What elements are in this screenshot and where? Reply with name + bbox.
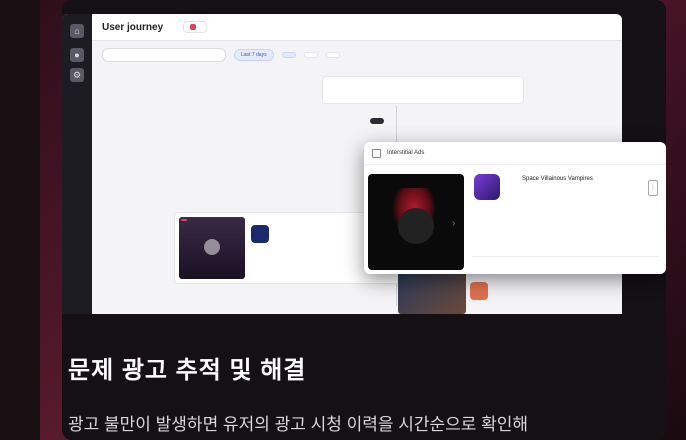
popup-header: Interstitial Ads	[364, 142, 666, 165]
chip-date-range[interactable]: Last 7 days	[234, 49, 274, 61]
chip-filter[interactable]	[281, 52, 296, 58]
ad-video-thumbnail[interactable]: ›	[368, 174, 464, 270]
top-bar: User journey	[92, 14, 622, 41]
more-button[interactable]: ⋮	[648, 180, 658, 196]
chip-filter-2[interactable]	[303, 52, 318, 58]
popup-title: Interstitial Ads	[387, 150, 425, 156]
lower-app-icon	[470, 282, 488, 300]
settings-icon[interactable]: ⚙	[70, 68, 84, 82]
side-rail: ⌂ ● ⚙	[62, 14, 92, 314]
checkbox[interactable]	[372, 148, 381, 158]
character-shadow	[398, 208, 434, 244]
ad-thumbnail[interactable]	[179, 217, 245, 279]
game-title: Space Villainous Vampires	[522, 176, 593, 182]
chip-filter-3[interactable]	[325, 52, 340, 58]
hero-headline: 문제 광고 추적 및 해결	[68, 357, 307, 384]
left-dark-strip	[0, 0, 40, 440]
hero-card: ⌂ ● ⚙ User journey Last 7 days Interstit…	[62, 0, 666, 440]
ad-badge	[181, 219, 187, 221]
home-icon[interactable]: ⌂	[70, 24, 84, 38]
filter-bar: Last 7 days	[92, 41, 622, 69]
app-dot-icon	[190, 24, 197, 30]
hero-description: 광고 불만이 발생하면 유저의 광고 시청 이력을 시간순으로 확인해	[68, 415, 529, 434]
ad-detail-popup: Interstitial Ads › Space Villainous Vamp…	[364, 142, 666, 274]
app-selector[interactable]	[183, 21, 208, 33]
summary-box	[322, 76, 524, 104]
game-icon	[474, 174, 500, 200]
search-input[interactable]	[102, 48, 226, 62]
app-icon	[251, 225, 269, 243]
play-icon[interactable]	[204, 239, 220, 255]
page-title: User journey	[102, 21, 164, 33]
popup-footer	[472, 256, 658, 261]
chevron-right-icon[interactable]: ›	[452, 218, 455, 229]
lower-ad-thumbnail[interactable]	[398, 272, 466, 314]
timeline-pill[interactable]	[370, 118, 384, 124]
user-icon[interactable]: ●	[70, 48, 84, 62]
